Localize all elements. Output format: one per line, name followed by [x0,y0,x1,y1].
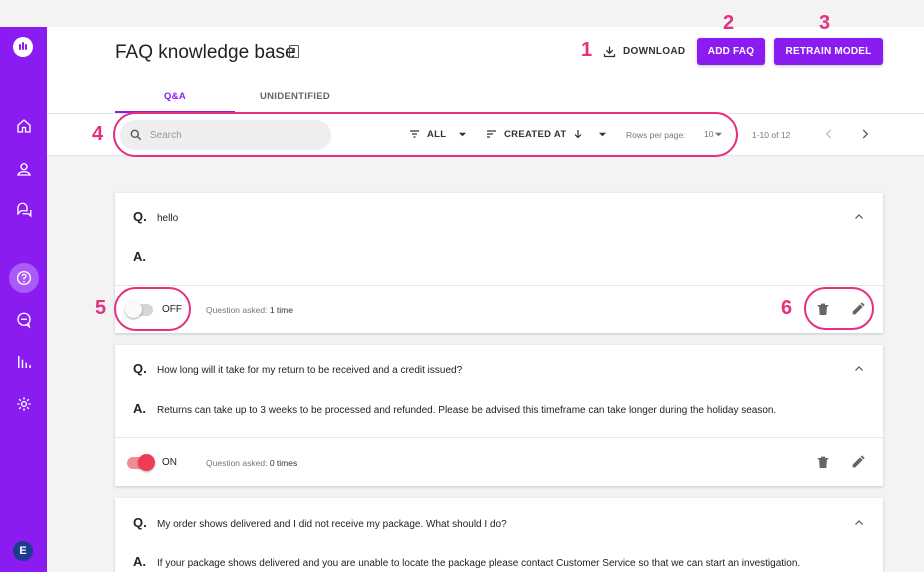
toggle-state-label: ON [162,457,177,468]
sidebar-item-analytics[interactable] [9,347,39,377]
logo-icon [13,37,33,57]
book-icon[interactable] [289,45,299,58]
answer-label: A. [133,554,146,569]
analytics-icon [18,356,31,368]
answer-text: Returns can take up to 3 weeks to be pro… [157,405,777,416]
faq-card: Q. hello A. OFF Question asked: 1 time [115,193,883,333]
asked-label: Question asked: [206,458,268,468]
tab-unidentified[interactable]: UNIDENTIFIED [235,91,355,102]
sidebar-item-chats[interactable] [9,195,39,225]
download-icon [603,46,616,58]
callout-number: 1 [581,39,593,61]
answer-row: A. Returns can take up to 3 weeks to be … [133,401,776,416]
chevron-right-icon[interactable] [858,127,872,141]
page-title: FAQ knowledge base [115,42,296,63]
faq-icon [16,270,32,286]
question-row: Q. hello [133,209,178,224]
chats-icon [17,202,32,218]
question-text: My order shows delivered and I did not r… [157,519,507,530]
enable-toggle[interactable] [127,454,155,471]
chevron-left-icon[interactable] [822,127,836,141]
question-label: Q. [133,209,147,224]
divider [115,437,883,438]
asked-label: Question asked: [206,305,268,315]
faq-card: Q. My order shows delivered and I did no… [115,498,883,572]
question-asked-count: Question asked: 0 times [206,458,297,468]
asked-value: 1 time [269,305,293,315]
callout-number: 5 [95,297,107,319]
contacts-icon [17,163,31,176]
actions-annotation-ring [804,287,874,330]
question-text: hello [157,213,179,224]
faq-card: Q. How long will it take for my return t… [115,345,883,486]
toggle-knob [138,454,155,471]
question-text: How long will it take for my return to b… [157,365,463,376]
question-row: Q. My order shows delivered and I did no… [133,515,507,530]
answer-text: If your package shows delivered and you … [157,558,801,569]
sidebar-item-settings[interactable] [9,389,39,419]
toolbar-annotation-ring [113,112,738,157]
download-button[interactable]: DOWNLOAD [602,44,685,59]
settings-icon [17,397,31,411]
question-label: Q. [133,515,147,530]
delete-icon[interactable] [815,454,831,470]
avatar[interactable]: E [13,541,33,561]
callout-number: 4 [92,123,104,145]
messages-icon [17,312,31,329]
sidebar-item-contacts[interactable] [9,154,39,184]
sidebar-item-faq[interactable] [9,263,39,293]
question-label: Q. [133,361,147,376]
add-faq-button[interactable]: ADD FAQ [697,38,765,65]
toggle-annotation-ring [114,287,191,331]
answer-label: A. [133,249,146,264]
avatar-letter: E [19,545,27,557]
download-label: DOWNLOAD [623,46,686,57]
tab-qa[interactable]: Q&A [115,91,235,102]
question-row: Q. How long will it take for my return t… [133,361,462,376]
chevron-up-icon[interactable] [853,363,865,375]
home-icon [17,119,31,133]
callout-number: 3 [819,12,831,34]
answer-row: A. If your package shows delivered and y… [133,554,800,569]
callout-number: 2 [723,12,735,34]
asked-value: 0 times [269,458,298,468]
answer-label: A. [133,401,146,416]
sidebar-item-home[interactable] [9,111,39,141]
retrain-model-button[interactable]: RETRAIN MODEL [774,38,883,65]
sidebar-item-messages[interactable] [9,305,39,335]
divider [115,285,883,286]
edit-icon[interactable] [850,454,866,470]
callout-number: 6 [781,297,793,319]
answer-row: A. [133,249,157,264]
question-asked-count: Question asked: 1 time [206,305,293,315]
chevron-up-icon[interactable] [853,211,865,223]
sidebar: E [0,27,47,572]
pagination-range: 1-10 of 12 [752,130,791,140]
chevron-up-icon[interactable] [853,517,865,529]
